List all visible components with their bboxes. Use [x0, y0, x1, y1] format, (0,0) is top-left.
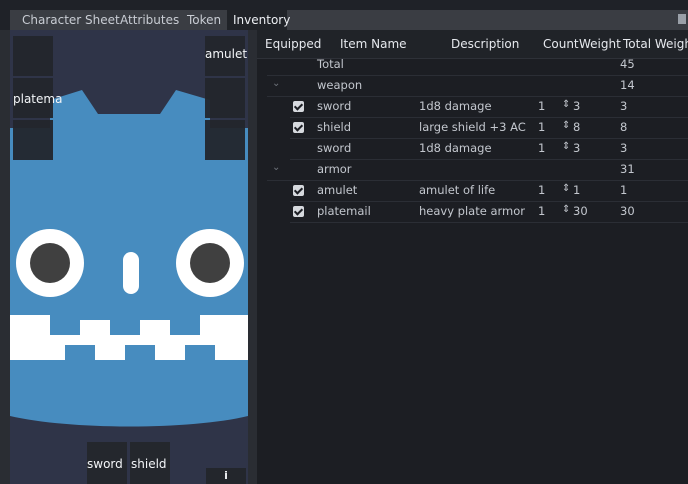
- item-description: large shield +3 AC: [419, 120, 526, 134]
- table-row-group-armor[interactable]: ⌄ armor 31: [267, 159, 688, 181]
- slot-left-3[interactable]: [13, 120, 53, 160]
- table-row-total[interactable]: Total 45: [267, 54, 688, 76]
- table-row[interactable]: amulet amulet of life 1 ⇕ 1 1: [290, 180, 688, 202]
- tab-inventory[interactable]: Inventory: [227, 10, 290, 30]
- header-equipped[interactable]: Equipped: [265, 37, 321, 51]
- equipment-panel: platema amulet sword shield i: [0, 30, 257, 484]
- item-weight[interactable]: 3: [573, 141, 580, 155]
- item-description: 1d8 damage: [419, 99, 492, 113]
- spinner-icon[interactable]: ⇕: [562, 141, 570, 152]
- slot-sword-label: sword: [87, 457, 123, 471]
- item-count[interactable]: 1: [538, 120, 545, 134]
- tab-attributes[interactable]: Attributes: [114, 10, 185, 30]
- table-row[interactable]: platemail heavy plate armor 1 ⇕ 30 30: [290, 201, 688, 223]
- item-description: amulet of life: [419, 183, 496, 197]
- header-weight[interactable]: Weight: [579, 37, 621, 51]
- group-name: weapon: [317, 78, 363, 92]
- equipped-checkbox[interactable]: [293, 206, 304, 217]
- tab-character-sheet[interactable]: Character Sheet: [16, 10, 126, 30]
- item-total-weight: 3: [620, 141, 628, 155]
- item-count[interactable]: 1: [538, 99, 545, 113]
- item-description: 1d8 damage: [419, 141, 492, 155]
- spinner-icon[interactable]: ⇕: [562, 99, 570, 110]
- spinner-icon[interactable]: ⇕: [562, 183, 570, 194]
- collapse-chevron-icon[interactable]: ⌄: [272, 162, 280, 173]
- item-name: platemail: [317, 204, 371, 218]
- item-total-weight: 1: [620, 183, 628, 197]
- slot-amulet-label: amulet: [205, 47, 248, 61]
- item-description: heavy plate armor: [419, 204, 525, 218]
- tab-token[interactable]: Token: [181, 10, 227, 30]
- item-total-weight: 30: [620, 204, 635, 218]
- header-description[interactable]: Description: [451, 37, 519, 51]
- equipped-checkbox[interactable]: [293, 122, 304, 133]
- item-count[interactable]: 1: [538, 183, 545, 197]
- item-weight[interactable]: 3: [573, 99, 580, 113]
- window: Character Sheet Attributes Token Invento…: [0, 0, 688, 484]
- item-total-weight: 8: [620, 120, 628, 134]
- collapse-chevron-icon[interactable]: ⌄: [272, 78, 280, 89]
- slot-left-1[interactable]: [13, 36, 53, 76]
- header-count[interactable]: Count: [543, 37, 579, 51]
- spinner-icon[interactable]: ⇕: [562, 120, 570, 131]
- group-name: armor: [317, 162, 352, 176]
- slot-shield-label: shield: [131, 457, 167, 471]
- spinner-icon[interactable]: ⇕: [562, 204, 570, 215]
- item-name: sword: [317, 99, 352, 113]
- item-weight[interactable]: 30: [573, 204, 588, 218]
- group-total-weight: 14: [620, 78, 635, 92]
- slot-right-2[interactable]: [205, 78, 245, 118]
- header-total-weight[interactable]: Total Weight: [623, 37, 688, 51]
- slot-right-3[interactable]: [205, 120, 245, 160]
- table-row[interactable]: sword 1d8 damage 1 ⇕ 3 3: [290, 96, 688, 118]
- tab-menu-icon[interactable]: [678, 14, 686, 24]
- item-count[interactable]: 1: [538, 141, 545, 155]
- character-token-area: platema amulet sword shield: [10, 30, 248, 484]
- item-name: sword: [317, 141, 352, 155]
- tab-bar: Character Sheet Attributes Token Invento…: [0, 0, 688, 30]
- item-name: shield: [317, 120, 352, 134]
- item-name: amulet: [317, 183, 358, 197]
- table-row[interactable]: sword 1d8 damage 1 ⇕ 3 3: [290, 138, 688, 160]
- item-weight[interactable]: 8: [573, 120, 580, 134]
- inventory-table: Equipped Item Name Description Count Wei…: [257, 30, 688, 484]
- item-weight[interactable]: 1: [573, 183, 580, 197]
- info-button[interactable]: i: [206, 468, 246, 484]
- header-item-name[interactable]: Item Name: [340, 37, 407, 51]
- slot-platemail-label: platema: [13, 92, 63, 106]
- group-total-weight: 31: [620, 162, 635, 176]
- item-count[interactable]: 1: [538, 204, 545, 218]
- total-label: Total: [317, 57, 344, 71]
- equipped-checkbox[interactable]: [293, 185, 304, 196]
- item-total-weight: 3: [620, 99, 628, 113]
- total-weight-value: 45: [620, 57, 635, 71]
- table-row[interactable]: shield large shield +3 AC 1 ⇕ 8 8: [290, 117, 688, 139]
- equipped-checkbox[interactable]: [293, 101, 304, 112]
- table-row-group-weapon[interactable]: ⌄ weapon 14: [267, 75, 688, 97]
